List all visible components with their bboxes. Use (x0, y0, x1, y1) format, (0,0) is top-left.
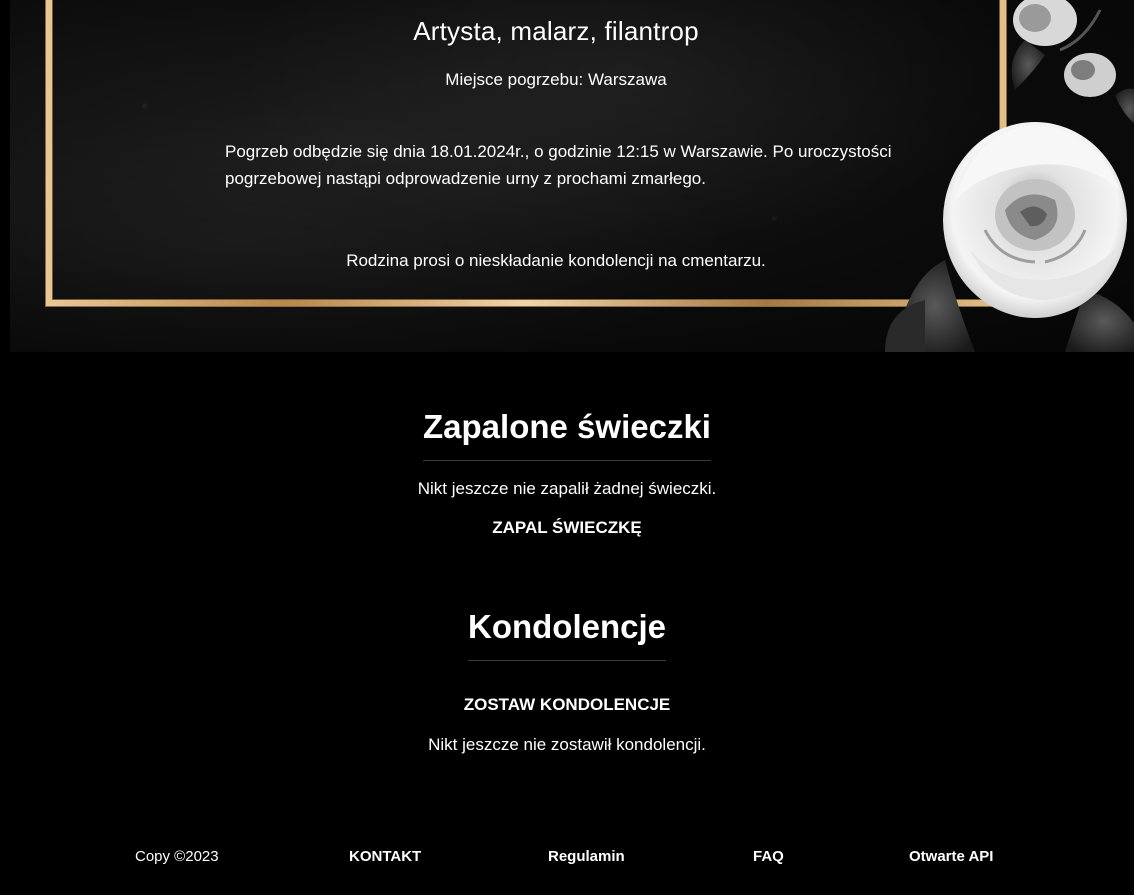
footer-link-api[interactable]: Otwarte API (909, 848, 993, 865)
condolences-empty-message: Nikt jeszcze nie zostawił kondolencji. (428, 735, 706, 754)
light-candle-button[interactable]: ZAPAL ŚWIECZKĘ (492, 518, 642, 538)
footer: Copy ©2023 KONTAKT Regulamin FAQ Otwarte… (0, 848, 1134, 868)
footer-link-regulamin[interactable]: Regulamin (548, 848, 625, 865)
leave-condolences-button[interactable]: ZOSTAW KONDOLENCJE (464, 695, 671, 715)
candles-empty-message: Nikt jeszcze nie zapalił żadnej świeczki… (417, 479, 717, 498)
footer-link-kontakt[interactable]: KONTAKT (349, 848, 421, 865)
candles-section: Zapalone świeczki Nikt jeszcze nie zapal… (0, 408, 1134, 538)
memorial-page: Artysta, malarz, filantrop Miejsce pogrz… (0, 0, 1134, 895)
footer-copyright: Copy ©2023 (135, 848, 219, 865)
candles-heading: Zapalone świeczki (423, 408, 711, 461)
rose-decoration-icon (885, 0, 1134, 352)
funeral-info: Pogrzeb odbędzie się dnia 18.01.2024r., … (225, 142, 892, 188)
footer-link-faq[interactable]: FAQ (753, 848, 784, 865)
obituary-card: Artysta, malarz, filantrop Miejsce pogrz… (10, 0, 1134, 352)
condolences-section: Kondolencje ZOSTAW KONDOLENCJE Nikt jesz… (0, 608, 1134, 755)
condolences-heading: Kondolencje (467, 608, 667, 661)
